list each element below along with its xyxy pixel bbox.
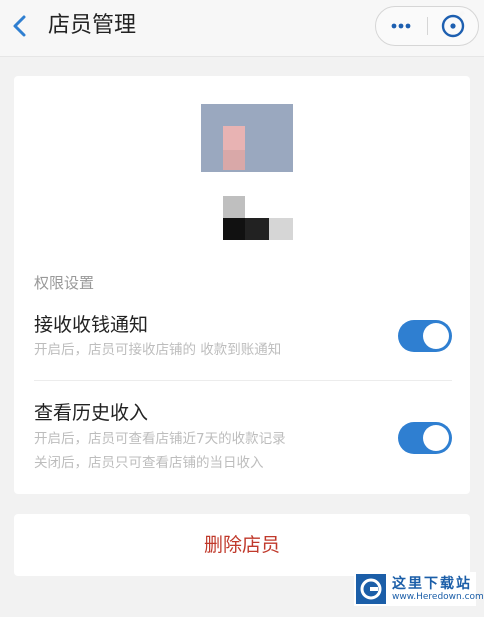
view-history-desc-2: 关闭后，店员只可查看店铺的当日收入 [34, 455, 264, 471]
receive-notice-desc: 开启后，店员可接收店铺的 收款到账通知 [34, 342, 282, 358]
more-button[interactable] [376, 7, 427, 45]
watermark: 这里下载站 www.Heredown.com [354, 572, 484, 606]
back-button[interactable] [10, 12, 32, 40]
navigation-bar: 店员管理 [0, 0, 484, 57]
close-circle-icon [441, 10, 466, 38]
toggle-knob [423, 323, 449, 349]
divider [34, 380, 452, 381]
name-pixel [223, 196, 245, 218]
clerk-card: 权限设置 接收收钱通知 开启后，店员可接收店铺的 收款到账通知 查看历史收入 开… [14, 76, 470, 494]
avatar-face-lower [223, 150, 245, 170]
close-button[interactable] [428, 7, 478, 45]
name-pixel [269, 218, 293, 240]
watermark-logo-icon [356, 574, 386, 604]
delete-clerk-label: 删除店员 [203, 534, 280, 556]
chevron-left-icon [13, 15, 26, 37]
name-pixel [245, 218, 269, 240]
name-pixel [223, 218, 245, 240]
page-title: 店员管理 [48, 13, 137, 38]
delete-clerk-button[interactable]: 删除店员 [14, 514, 470, 576]
receive-notice-toggle[interactable] [398, 320, 452, 352]
receive-notice-title: 接收收钱通知 [34, 314, 149, 336]
view-history-toggle[interactable] [398, 422, 452, 454]
permissions-section-label: 权限设置 [34, 274, 95, 292]
mini-program-capsule [375, 6, 479, 46]
toggle-knob [423, 425, 449, 451]
avatar-face [223, 126, 245, 150]
avatar-block [201, 104, 293, 172]
view-history-title: 查看历史收入 [34, 402, 149, 424]
watermark-url: www.Heredown.com [392, 592, 484, 602]
view-history-desc-1: 开启后，店员可查看店铺近7天的收款记录 [34, 431, 286, 447]
more-icon [391, 23, 411, 29]
watermark-title: 这里下载站 [392, 576, 472, 592]
